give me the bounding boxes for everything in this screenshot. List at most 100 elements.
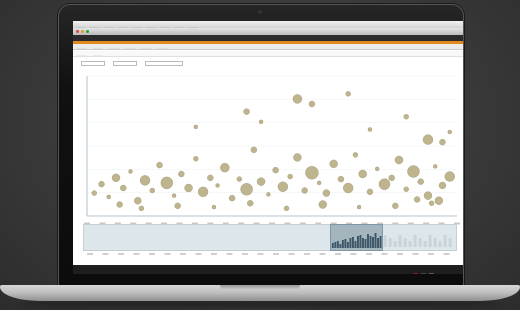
bubble-point[interactable] xyxy=(197,186,209,197)
bubble-point[interactable] xyxy=(438,181,447,190)
bubble-point[interactable] xyxy=(292,94,303,104)
submenu-item[interactable] xyxy=(77,44,87,49)
tray-icon[interactable] xyxy=(413,273,418,274)
tray-icon[interactable] xyxy=(421,273,426,274)
os-menu-item[interactable] xyxy=(76,21,86,28)
bubble-point[interactable] xyxy=(305,166,319,180)
bubble-point[interactable] xyxy=(247,200,254,207)
bubble-point[interactable] xyxy=(228,195,236,202)
os-menu-item[interactable] xyxy=(90,21,100,28)
bubble-point[interactable] xyxy=(308,100,316,108)
minimize-window-icon[interactable] xyxy=(81,30,84,33)
bubble-point[interactable] xyxy=(178,170,185,178)
os-menu-item[interactable] xyxy=(188,21,198,28)
bubble-point[interactable] xyxy=(266,192,271,197)
bubble-point[interactable] xyxy=(184,183,193,193)
bubble-point[interactable] xyxy=(423,191,433,200)
bubble-point[interactable] xyxy=(413,196,421,203)
submenu-item[interactable] xyxy=(141,44,151,49)
bubble-point[interactable] xyxy=(343,182,354,194)
bubble-point[interactable] xyxy=(378,178,391,190)
bubble-point[interactable] xyxy=(139,175,151,186)
timeline-selection-window[interactable] xyxy=(330,224,383,251)
bubble-point[interactable] xyxy=(447,129,452,135)
bubble-point[interactable] xyxy=(128,169,133,174)
bubble-point[interactable] xyxy=(156,161,163,169)
bubble-point[interactable] xyxy=(428,200,435,206)
bubble-point[interactable] xyxy=(160,176,173,190)
submenu-item[interactable] xyxy=(125,44,135,49)
bubble-point[interactable] xyxy=(236,176,243,182)
zoom-window-icon[interactable] xyxy=(86,30,89,33)
bubble-point[interactable] xyxy=(207,174,214,181)
bubble-point[interactable] xyxy=(301,187,308,194)
bubble-point[interactable] xyxy=(394,155,404,165)
bubble-point[interactable] xyxy=(138,205,145,212)
timeline-overview[interactable] xyxy=(83,224,457,251)
bubble-point[interactable] xyxy=(375,166,380,172)
bubble-point[interactable] xyxy=(367,127,373,132)
bubble-point[interactable] xyxy=(345,91,351,97)
bubble-point[interactable] xyxy=(193,156,199,162)
bubble-point[interactable] xyxy=(258,119,264,124)
submenu-item[interactable] xyxy=(93,44,103,49)
bubble-point[interactable] xyxy=(134,197,142,205)
os-menu-item[interactable] xyxy=(160,21,170,28)
bubble-point[interactable] xyxy=(318,200,327,209)
bubble-point[interactable] xyxy=(433,164,438,169)
bubble-point[interactable] xyxy=(417,178,424,185)
bubble-point[interactable] xyxy=(366,188,374,195)
control-select-2[interactable] xyxy=(113,61,137,66)
os-menu-item[interactable] xyxy=(174,21,184,28)
bubble-point[interactable] xyxy=(215,183,220,188)
bubble-point[interactable] xyxy=(403,114,409,120)
os-menu-item[interactable] xyxy=(104,21,114,28)
bubble-point[interactable] xyxy=(434,196,444,205)
bubble-point[interactable] xyxy=(171,193,177,198)
bubble-point[interactable] xyxy=(329,159,338,168)
bubble-point[interactable] xyxy=(322,189,331,197)
bubble-point[interactable] xyxy=(356,204,362,210)
bubble-point[interactable] xyxy=(272,167,279,174)
bubble-point[interactable] xyxy=(174,202,181,209)
bubble-point[interactable] xyxy=(149,187,155,194)
bubble-point[interactable] xyxy=(392,202,399,209)
bubble-point[interactable] xyxy=(250,146,258,153)
control-select-3[interactable] xyxy=(145,61,183,66)
bubble-point[interactable] xyxy=(120,184,127,192)
bubble-point[interactable] xyxy=(91,190,97,196)
tab-item[interactable] xyxy=(77,51,87,56)
bubble-point[interactable] xyxy=(358,169,367,179)
bubble-point[interactable] xyxy=(293,153,302,162)
bubble-point[interactable] xyxy=(422,134,434,145)
bubble-point[interactable] xyxy=(283,205,290,212)
close-window-icon[interactable] xyxy=(76,30,79,33)
bubble-point[interactable] xyxy=(277,181,289,192)
bubble-point[interactable] xyxy=(193,124,198,130)
bubble-point[interactable] xyxy=(287,173,293,180)
bubble-chart[interactable] xyxy=(73,70,463,220)
tray-icon[interactable] xyxy=(429,273,434,274)
bubble-point[interactable] xyxy=(240,183,253,196)
tab-item[interactable] xyxy=(93,51,103,56)
os-menu-item[interactable] xyxy=(132,21,142,28)
bubble-point[interactable] xyxy=(439,139,446,146)
bubble-point[interactable] xyxy=(407,165,420,178)
bubble-point[interactable] xyxy=(243,108,250,115)
bubble-point[interactable] xyxy=(211,204,217,210)
submenu-item[interactable] xyxy=(109,44,119,49)
bubble-point[interactable] xyxy=(352,152,359,158)
submenu-item[interactable] xyxy=(157,44,167,49)
bubble-point[interactable] xyxy=(403,186,409,192)
os-menu-item[interactable] xyxy=(146,21,156,28)
bubble-point[interactable] xyxy=(337,175,345,183)
bubble-point[interactable] xyxy=(220,162,230,173)
bubble-point[interactable] xyxy=(116,201,123,208)
bubble-point[interactable] xyxy=(444,171,455,182)
bubble-point[interactable] xyxy=(317,180,322,186)
bubble-point[interactable] xyxy=(111,173,121,182)
bubble-point[interactable] xyxy=(388,174,395,181)
control-select-1[interactable] xyxy=(81,61,105,66)
os-menu-item[interactable] xyxy=(118,21,128,28)
bubble-point[interactable] xyxy=(256,177,266,186)
